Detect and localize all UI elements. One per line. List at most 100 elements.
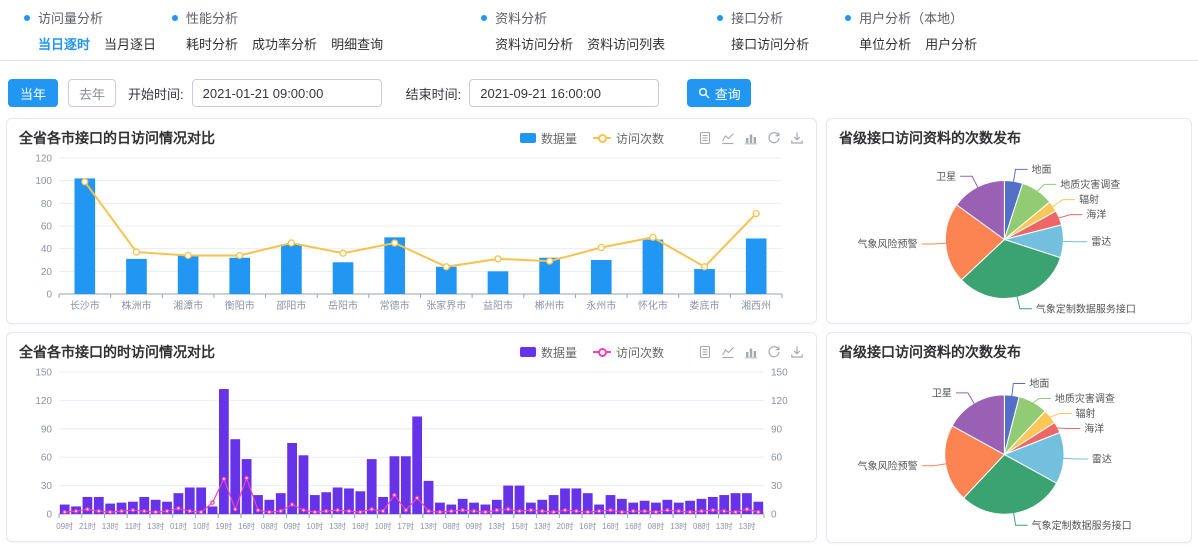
- this-year-button[interactable]: 当年: [8, 79, 58, 107]
- daily-chart-card: 全省各市接口的日访问情况对比 数据量 访问次数 020406080100120长: [6, 118, 817, 324]
- svg-text:邵阳市: 邵阳市: [276, 299, 306, 312]
- nav-sublinks: 接口访问分析: [731, 34, 809, 53]
- restore-icon[interactable]: [767, 131, 781, 145]
- bullet-icon: [845, 15, 851, 21]
- svg-text:100: 100: [35, 176, 52, 187]
- svg-text:13时: 13时: [534, 521, 551, 531]
- nav-link-success-rate[interactable]: 成功率分析: [252, 34, 317, 53]
- nav-link-data-access-analysis[interactable]: 资料访问分析: [495, 34, 573, 53]
- nav-link-detail-query[interactable]: 明细查询: [331, 34, 383, 53]
- nav-group-label: 访问量分析: [38, 8, 103, 27]
- legend-label: 访问次数: [616, 344, 664, 361]
- last-year-button[interactable]: 去年: [68, 79, 116, 107]
- legend-item-line[interactable]: 访问次数: [593, 344, 664, 361]
- legend-item-bar[interactable]: 数据量: [520, 130, 577, 147]
- hourly-chart-card: 全省各市接口的时访问情况对比 数据量 访问次数 0030306060909012: [6, 332, 817, 542]
- line-chart-icon[interactable]: [721, 131, 735, 145]
- legend-label: 数据量: [541, 130, 577, 147]
- download-icon[interactable]: [790, 131, 804, 145]
- svg-text:益阳市: 益阳市: [483, 299, 513, 312]
- card-header: 全省各市接口的时访问情况对比 数据量 访问次数: [7, 333, 816, 362]
- legend-item-bar[interactable]: 数据量: [520, 344, 577, 361]
- svg-text:13时: 13时: [329, 521, 346, 531]
- svg-text:60: 60: [41, 453, 53, 464]
- svg-text:0: 0: [46, 290, 52, 301]
- card-header: 全省各市接口的日访问情况对比 数据量 访问次数: [7, 119, 816, 148]
- svg-text:地质灾害调查: 地质灾害调查: [1060, 178, 1120, 191]
- svg-text:13时: 13时: [420, 521, 437, 531]
- svg-text:17时: 17时: [397, 521, 414, 531]
- data-view-icon[interactable]: [698, 345, 712, 359]
- svg-text:13时: 13时: [488, 521, 505, 531]
- svg-text:湘西州: 湘西州: [741, 299, 771, 312]
- nav-group-users: 用户分析（本地） 单位分析 用户分析: [845, 8, 977, 53]
- svg-text:120: 120: [35, 396, 52, 407]
- svg-text:90: 90: [41, 424, 53, 435]
- magnifier-icon: [698, 87, 710, 99]
- chart-toolbox: [698, 131, 804, 145]
- svg-text:150: 150: [35, 368, 52, 379]
- download-icon[interactable]: [790, 345, 804, 359]
- hourly-bar-line-chart: 0030306060909012012015015009时21时13时11时13…: [13, 364, 808, 536]
- chart-title: 全省各市接口的日访问情况对比: [19, 128, 215, 148]
- svg-text:郴州市: 郴州市: [535, 299, 565, 312]
- restore-icon[interactable]: [767, 345, 781, 359]
- svg-text:120: 120: [771, 396, 788, 407]
- svg-text:20: 20: [41, 267, 53, 278]
- card-header: 省级接口访问资料的次数发布: [827, 333, 1191, 362]
- svg-text:气象定制数据服务接口: 气象定制数据服务接口: [1032, 519, 1132, 532]
- pie-top-card: 省级接口访问资料的次数发布 地面地质灾害调查辐射海洋雷达气象定制数据服务接口气象…: [826, 118, 1192, 324]
- chart-legend: 数据量 访问次数: [520, 130, 664, 147]
- svg-text:16时: 16时: [625, 521, 642, 531]
- bullet-icon: [172, 15, 178, 21]
- nav-group-visits: 访问量分析 当日逐时 当月逐日: [24, 8, 156, 53]
- nav-group-title: 资料分析: [481, 8, 665, 27]
- legend-item-line[interactable]: 访问次数: [593, 130, 664, 147]
- nav-link-user-analysis[interactable]: 用户分析: [925, 34, 977, 53]
- search-button-label: 查询: [715, 84, 741, 103]
- dashboard-page: 访问量分析 当日逐时 当月逐日 性能分析 耗时分析 成功率分析 明细查询 资料分…: [0, 0, 1198, 547]
- svg-text:19时: 19时: [215, 521, 232, 531]
- legend-line-marker: [593, 137, 611, 139]
- nav-link-data-access-list[interactable]: 资料访问列表: [587, 34, 665, 53]
- nav-link-unit-analysis[interactable]: 单位分析: [859, 34, 911, 53]
- svg-text:辐射: 辐射: [1076, 407, 1096, 420]
- nav-link-daily-month[interactable]: 当月逐日: [104, 34, 156, 53]
- nav-link-interface-access-analysis[interactable]: 接口访问分析: [731, 34, 809, 53]
- svg-text:16时: 16时: [602, 521, 619, 531]
- bar-chart-icon[interactable]: [744, 345, 758, 359]
- svg-text:15时: 15时: [511, 521, 528, 531]
- data-view-icon[interactable]: [698, 131, 712, 145]
- svg-text:永州市: 永州市: [586, 299, 616, 312]
- nav-group-title: 性能分析: [172, 8, 383, 27]
- bullet-icon: [717, 15, 723, 21]
- bullet-icon: [481, 15, 487, 21]
- svg-text:60: 60: [771, 453, 783, 464]
- nav-group-label: 性能分析: [186, 8, 238, 27]
- svg-text:辐射: 辐射: [1079, 193, 1099, 206]
- province-access-pie-chart: 地面地质灾害调查辐射海洋雷达气象定制数据服务接口气象风险预警卫星: [827, 148, 1189, 324]
- legend-label: 访问次数: [616, 130, 664, 147]
- svg-text:11时: 11时: [125, 521, 141, 531]
- svg-text:地面: 地面: [1031, 163, 1051, 176]
- chart-title: 省级接口访问资料的次数发布: [839, 342, 1021, 362]
- svg-text:卫星: 卫星: [936, 171, 956, 183]
- svg-text:海洋: 海洋: [1086, 208, 1106, 221]
- nav-link-hourly-today[interactable]: 当日逐时: [38, 34, 90, 53]
- nav-group-title: 用户分析（本地）: [845, 8, 977, 27]
- svg-text:衡阳市: 衡阳市: [225, 299, 255, 312]
- svg-text:10时: 10时: [375, 521, 392, 531]
- end-time-input[interactable]: [469, 79, 659, 107]
- chart-title: 全省各市接口的时访问情况对比: [19, 342, 215, 362]
- bar-chart-icon[interactable]: [744, 131, 758, 145]
- svg-text:09时: 09时: [56, 521, 73, 531]
- search-button[interactable]: 查询: [687, 79, 751, 107]
- legend-swatch: [520, 133, 536, 143]
- line-chart-icon[interactable]: [721, 345, 735, 359]
- svg-text:80: 80: [41, 199, 53, 210]
- start-time-input[interactable]: [192, 79, 382, 107]
- nav-link-time-cost[interactable]: 耗时分析: [186, 34, 238, 53]
- svg-text:21时: 21时: [79, 521, 96, 531]
- svg-text:0: 0: [771, 510, 777, 521]
- legend-swatch: [520, 347, 536, 357]
